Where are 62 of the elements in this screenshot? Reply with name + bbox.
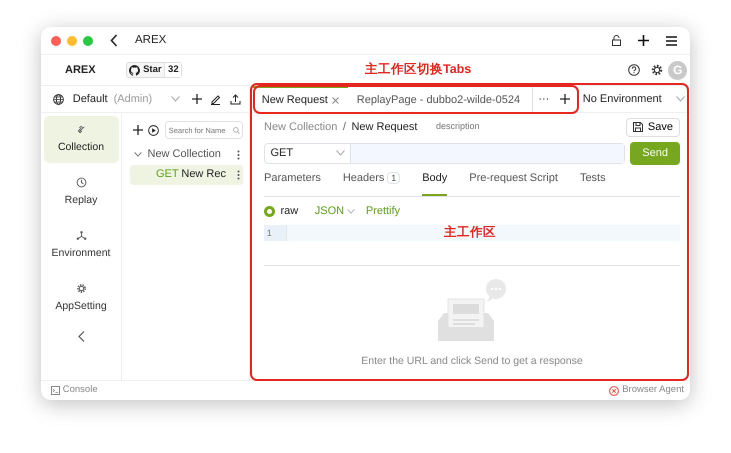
request-tab[interactable]: Tests [580, 170, 606, 196]
tree-folder[interactable]: New Collection [130, 144, 243, 164]
tree-item[interactable]: GET New Rec [130, 164, 243, 184]
settings-icon [76, 282, 86, 294]
search-icon [233, 127, 240, 134]
empty-response-message: Enter the URL and click Send to get a response [361, 354, 583, 370]
console-button[interactable]: Console [51, 383, 98, 398]
github-icon [129, 64, 140, 76]
chevron-down-icon [346, 208, 355, 214]
tab[interactable]: ReplayPage - dubbo2-wilde-0524 [348, 86, 530, 113]
browser-agent-status[interactable]: Browser Agent [609, 383, 684, 398]
add-icon[interactable] [192, 94, 202, 104]
collapse-icon[interactable] [78, 330, 84, 342]
edit-icon[interactable] [210, 94, 222, 104]
window-title: AREX [135, 32, 166, 48]
clock-icon [76, 176, 86, 188]
workspace-select[interactable]: Default (Admin) [41, 86, 250, 112]
upload-icon[interactable] [230, 94, 241, 104]
breadcrumb-separator: / [342, 120, 346, 135]
more-icon[interactable] [237, 170, 240, 180]
play-icon[interactable] [148, 124, 160, 136]
menu-icon[interactable] [666, 36, 678, 46]
request-name: New Request [351, 120, 418, 135]
settings-icon[interactable] [650, 64, 663, 76]
tab[interactable]: New Request [252, 86, 348, 113]
count-badge: 1 [387, 172, 400, 184]
chevron-down-icon [676, 96, 684, 102]
request-tab[interactable]: Headers 1 [342, 170, 400, 196]
sidebar-item[interactable]: Environment [44, 222, 118, 269]
radio-button[interactable] [264, 206, 275, 216]
line-number: 1 [264, 225, 286, 241]
sidebar-item[interactable]: Collection [44, 116, 118, 163]
sidebar-item[interactable]: AppSetting [44, 275, 118, 322]
github-star-button[interactable]: Star 32 [126, 62, 182, 78]
more-icon[interactable] [237, 150, 240, 160]
add-icon[interactable] [132, 125, 143, 135]
app-name: AREX [65, 62, 96, 78]
add-tab-icon[interactable] [560, 94, 570, 104]
close-window-button[interactable] [51, 36, 61, 46]
network-icon [76, 230, 86, 241]
lock-icon[interactable] [612, 35, 622, 46]
breadcrumb-link[interactable]: New Collection [264, 118, 338, 136]
back-icon[interactable] [110, 34, 118, 47]
add-icon[interactable] [638, 35, 650, 46]
annotation-label: 主工作区切换Tabs [365, 61, 472, 78]
help-icon[interactable] [628, 64, 640, 76]
sidebar-item[interactable]: Replay [44, 169, 118, 216]
chevron-down-icon [171, 96, 180, 102]
more-tabs-button[interactable]: ··· [532, 86, 555, 112]
annotation-label: 主工作区 [444, 224, 496, 241]
chevron-down-icon [134, 152, 142, 157]
save-icon [632, 122, 643, 132]
request-tab[interactable]: Parameters [264, 170, 321, 196]
request-tab[interactable]: Body [422, 170, 448, 196]
request-tab[interactable]: Pre-request Script [469, 170, 558, 196]
error-icon [609, 386, 620, 396]
radio-label[interactable]: raw [280, 202, 298, 220]
close-icon[interactable] [332, 97, 339, 104]
save-button[interactable]: Save [626, 118, 680, 136]
globe-icon [53, 94, 64, 104]
environment-select[interactable]: No Environment [580, 86, 690, 112]
terminal-icon [51, 386, 60, 395]
